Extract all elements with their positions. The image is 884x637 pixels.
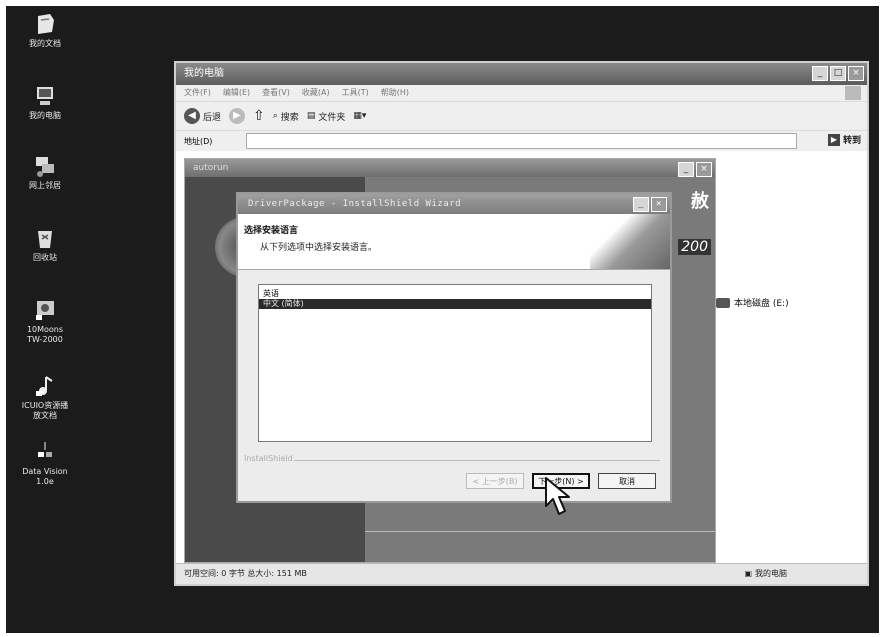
menu-file[interactable]: 文件(F)	[184, 85, 211, 101]
drive-item-e[interactable]: 本地磁盘 (E:)	[716, 296, 789, 309]
autorun-brand: 赦	[691, 191, 709, 212]
drive-icon	[716, 297, 730, 308]
address-bar: 地址(D) ▶ 转到	[176, 131, 867, 151]
desktop-icon-label: ICUIO资源播 放文档	[21, 401, 69, 420]
back-step-button[interactable]: < 上一步(B)	[466, 473, 524, 489]
installshield-footer: InstallShield	[244, 454, 293, 463]
autorun-close-button[interactable]: ×	[696, 162, 712, 177]
desktop-icon-recycle-bin[interactable]: 回收站	[10, 226, 80, 263]
desktop-icon-label: 我的电脑	[29, 111, 61, 120]
desktop-icon-data-vision[interactable]: Data Vision 1.0e	[10, 440, 80, 487]
language-listbox[interactable]: 英语 中文 (简体)	[258, 284, 652, 442]
wizard-titlebar[interactable]: DriverPackage - InstallShield Wizard _ ×	[238, 194, 670, 214]
address-label: 地址(D)	[184, 136, 213, 146]
desktop-icon-label: Data Vision 1.0e	[22, 467, 68, 486]
menu-help[interactable]: 帮助(H)	[381, 85, 409, 101]
back-label: 后退	[203, 112, 222, 123]
window-title: 我的电脑	[184, 68, 224, 79]
up-button[interactable]: ⇧	[253, 108, 265, 124]
wizard-heading: 选择安装语言	[244, 226, 299, 236]
network-icon	[36, 157, 54, 177]
wizard-subheading: 从下列选项中选择安装语言。	[260, 243, 378, 253]
folders-icon: ▤	[306, 111, 316, 121]
autorun-model: 200	[678, 239, 711, 255]
search-label: 搜索	[280, 112, 299, 123]
maximize-button[interactable]: □	[830, 66, 846, 81]
wizard-header: 选择安装语言 从下列选项中选择安装语言。	[238, 214, 670, 270]
language-option[interactable]: 英语	[259, 289, 651, 299]
documents-icon	[38, 14, 54, 34]
back-arrow-icon: ◀	[184, 108, 200, 124]
views-button[interactable]: ▦▾	[353, 111, 366, 121]
go-label: 转到	[842, 136, 861, 146]
menu-view[interactable]: 查看(V)	[262, 85, 290, 101]
computer-small-icon: ▣	[744, 569, 752, 578]
desktop-icon-label: 网上邻居	[29, 181, 61, 190]
windows-logo-icon	[845, 86, 861, 100]
media-icon	[36, 376, 53, 396]
footer-divider	[294, 460, 660, 461]
cancel-button[interactable]: 取消	[598, 473, 656, 489]
menu-favorites[interactable]: 收藏(A)	[302, 85, 330, 101]
search-icon: ⌕	[272, 111, 278, 121]
mouse-cursor-icon	[545, 477, 570, 515]
desktop-icon-my-computer[interactable]: 我的电脑	[10, 84, 80, 121]
divider	[365, 531, 715, 532]
folders-button[interactable]: ▤ 文件夹	[307, 110, 346, 123]
autorun-titlebar[interactable]: autorun _ ×	[185, 159, 715, 177]
menu-bar: 文件(F) 编辑(E) 查看(V) 收藏(A) 工具(T) 帮助(H)	[176, 85, 867, 102]
back-button[interactable]: ◀ 后退	[184, 108, 221, 124]
go-button[interactable]: ▶ 转到	[827, 133, 861, 146]
address-input[interactable]	[246, 133, 797, 149]
search-button[interactable]: ⌕ 搜索	[273, 110, 299, 123]
wizard-title: DriverPackage - InstallShield Wizard	[248, 199, 462, 209]
computer-icon	[37, 87, 53, 105]
wizard-minimize-button[interactable]: _	[633, 197, 649, 212]
tv-card-icon	[36, 301, 54, 320]
folders-label: 文件夹	[318, 112, 346, 123]
desktop-icon-label: 回收站	[33, 253, 57, 262]
folder-up-icon: ⇧	[253, 108, 265, 124]
status-space: 可用空间: 0 字节 总大小: 151 MB	[184, 569, 307, 578]
status-bar: 可用空间: 0 字节 总大小: 151 MB ▣ 我的电脑	[176, 563, 867, 584]
go-arrow-icon: ▶	[827, 133, 840, 146]
autorun-title: autorun	[193, 163, 229, 173]
installshield-wizard-dialog: DriverPackage - InstallShield Wizard _ ×…	[236, 192, 672, 503]
recycle-bin-icon	[38, 231, 52, 248]
views-icon: ▦▾	[353, 111, 367, 121]
forward-button[interactable]: ▶	[229, 108, 246, 124]
minimize-button[interactable]: _	[812, 66, 828, 81]
page-curl-graphic	[590, 214, 670, 269]
desktop-icon-media-doc[interactable]: ICUIO资源播 放文档	[10, 374, 80, 421]
desktop: 我的文档 我的电脑 网上邻居 回收站 10Moons TW-2000 ICUIO…	[6, 6, 879, 633]
close-button[interactable]: ×	[848, 66, 864, 81]
menu-tools[interactable]: 工具(T)	[342, 85, 369, 101]
status-location-label: 我的电脑	[755, 569, 787, 578]
desktop-icon-network[interactable]: 网上邻居	[10, 154, 80, 191]
status-location: ▣ 我的电脑	[744, 564, 787, 584]
desktop-icon-10moons[interactable]: 10Moons TW-2000	[10, 298, 80, 345]
desktop-icon-label: 10Moons TW-2000	[26, 325, 64, 344]
autorun-minimize-button[interactable]: _	[678, 162, 694, 177]
window-titlebar[interactable]: 我的电脑 _ □ ×	[176, 63, 867, 85]
wizard-close-button[interactable]: ×	[651, 197, 667, 212]
desktop-icon-label: 我的文档	[29, 39, 61, 48]
forward-arrow-icon: ▶	[229, 108, 246, 124]
app-icon	[38, 442, 52, 457]
drive-label: 本地磁盘 (E:)	[734, 299, 789, 309]
language-option-selected[interactable]: 中文 (简体)	[259, 299, 651, 309]
menu-edit[interactable]: 编辑(E)	[223, 85, 250, 101]
toolbar: ◀ 后退 ▶ ⇧ ⌕ 搜索 ▤ 文件夹 ▦▾	[176, 102, 867, 131]
desktop-icon-my-documents[interactable]: 我的文档	[10, 12, 80, 49]
